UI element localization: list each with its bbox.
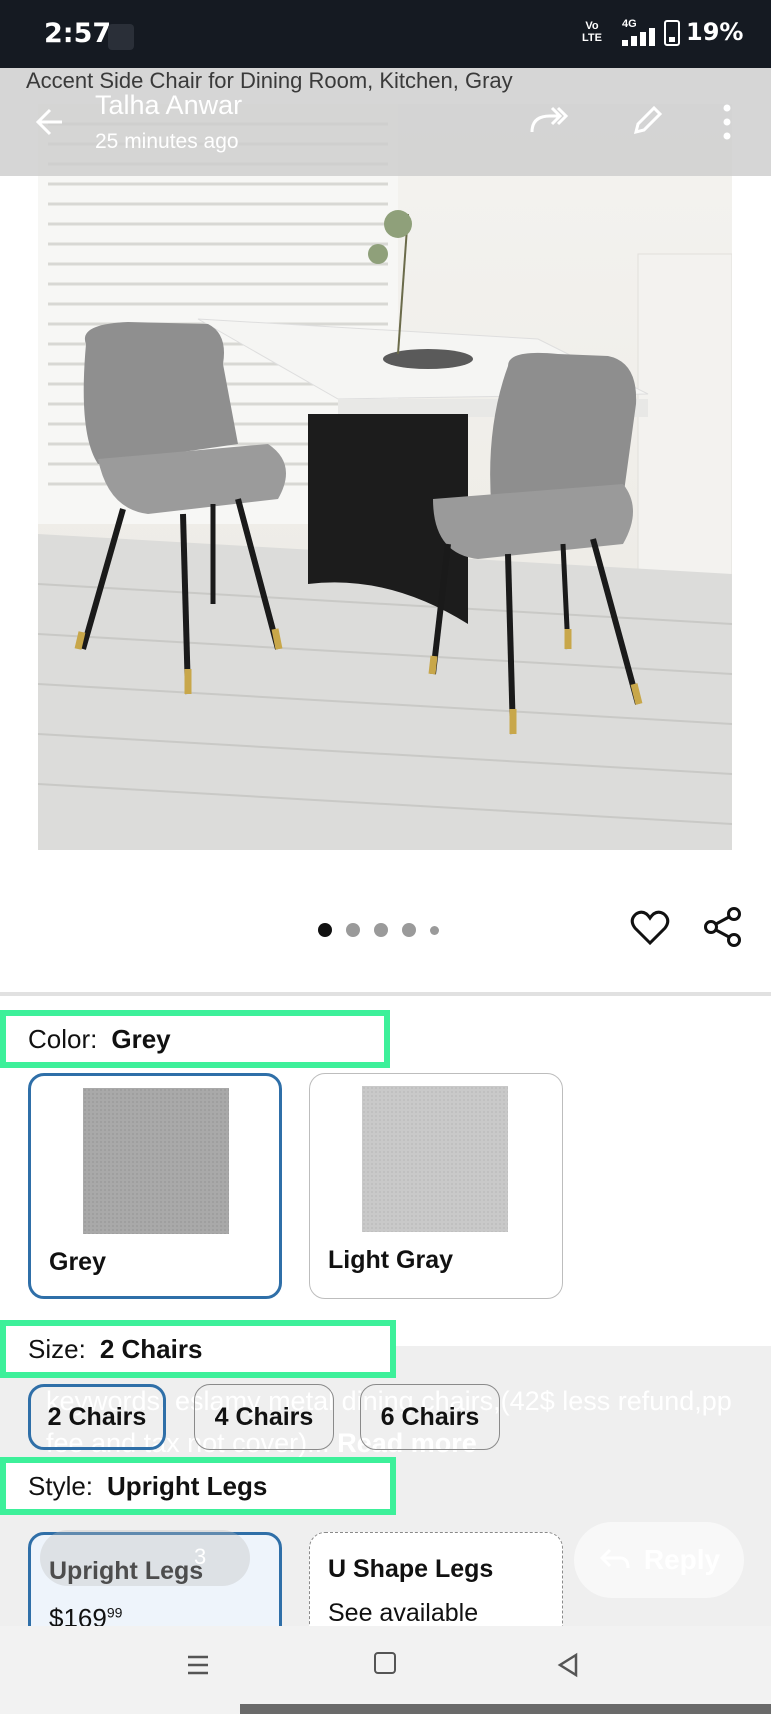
style-key: Style: <box>28 1470 94 1501</box>
timestamp: 25 minutes ago <box>95 130 239 153</box>
style-label: Style: Upright Legs <box>0 1457 396 1515</box>
color-key: Color: <box>28 1023 98 1054</box>
carousel-dot[interactable] <box>374 923 388 937</box>
light-gray-swatch <box>362 1086 508 1232</box>
color-value: Grey <box>111 1023 171 1054</box>
size-key: Size: <box>28 1333 86 1364</box>
carousel-dot[interactable] <box>318 923 332 937</box>
size-option-2-chairs[interactable]: 2 Chairs <box>28 1384 166 1450</box>
size-option-6-chairs[interactable]: 6 Chairs <box>360 1384 500 1450</box>
grey-swatch <box>83 1088 229 1234</box>
viewer-header: Accent Side Chair for Dining Room, Kitch… <box>0 68 771 176</box>
size-option-4-chairs[interactable]: 4 Chairs <box>194 1384 334 1450</box>
color-option-light-gray[interactable]: Light Gray <box>309 1073 563 1299</box>
signal-icon <box>622 28 658 46</box>
edit-pencil-icon[interactable] <box>630 102 662 138</box>
style-option-label: U Shape Legs <box>328 1555 494 1583</box>
status-bar: 2:57 Vo LTE 4G 19% <box>0 0 771 68</box>
reaction-chip[interactable]: 3 <box>40 1530 250 1586</box>
carousel-dot[interactable] <box>430 925 439 935</box>
home-icon[interactable] <box>374 1652 396 1674</box>
dining-chairs-illustration <box>38 104 732 850</box>
carousel-dot[interactable] <box>346 923 360 937</box>
reaction-count: 3 <box>194 1544 207 1569</box>
reply-button[interactable]: Reply <box>574 1522 744 1598</box>
battery-icon <box>664 20 680 46</box>
color-option-grey[interactable]: Grey <box>28 1073 282 1299</box>
nav-back-icon[interactable] <box>556 1652 580 1678</box>
carousel-indicator <box>318 920 439 940</box>
reply-arrow-icon <box>599 1548 630 1569</box>
system-nav-bar <box>0 1626 771 1714</box>
gesture-bar <box>240 1704 771 1714</box>
color-label: Color: Grey <box>0 1010 390 1068</box>
battery-percent: 19% <box>686 18 744 46</box>
size-value: 2 Chairs <box>99 1333 203 1364</box>
status-time: 2:57 <box>44 18 112 49</box>
reply-label: Reply <box>643 1544 721 1575</box>
heart-icon[interactable] <box>630 908 670 948</box>
product-image[interactable] <box>38 104 732 850</box>
forward-icon[interactable] <box>528 102 570 138</box>
notification-icon <box>108 24 134 50</box>
swatch-label: Light Gray <box>328 1246 454 1274</box>
carousel-dot[interactable] <box>402 923 416 937</box>
back-arrow-icon[interactable] <box>30 104 66 140</box>
swatch-label: Grey <box>49 1248 106 1276</box>
size-label: Size: 2 Chairs <box>0 1320 396 1378</box>
recent-apps-icon[interactable] <box>186 1654 210 1676</box>
more-options-icon[interactable] <box>717 102 737 142</box>
share-icon[interactable] <box>702 906 744 948</box>
section-divider <box>0 992 771 996</box>
volte-icon: Vo LTE <box>582 20 602 44</box>
style-availability: See available <box>328 1599 479 1627</box>
style-value: Upright Legs <box>107 1470 268 1501</box>
sender-name: Talha Anwar <box>95 90 243 120</box>
